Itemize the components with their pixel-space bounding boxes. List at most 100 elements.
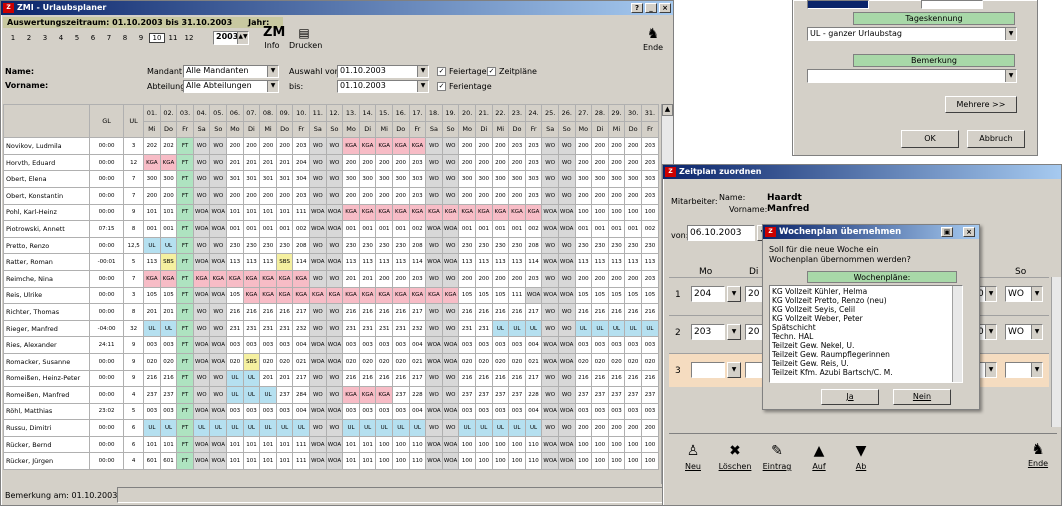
- day-cell[interactable]: 101: [159, 203, 178, 222]
- day-cell[interactable]: WO: [309, 319, 327, 338]
- day-cell[interactable]: 200: [508, 269, 526, 288]
- day-cell[interactable]: FT: [176, 220, 194, 238]
- day-cell[interactable]: WOA: [209, 402, 228, 421]
- day-cell[interactable]: 216: [375, 369, 393, 388]
- day-cell[interactable]: WOA: [209, 336, 228, 354]
- day-cell[interactable]: KGA: [408, 137, 427, 155]
- day-cell[interactable]: WOA: [541, 352, 559, 371]
- day-cell[interactable]: WOA: [192, 253, 211, 271]
- close-button[interactable]: ×: [963, 227, 975, 237]
- day-cell[interactable]: 001: [624, 220, 642, 238]
- day-cell[interactable]: KGA: [358, 386, 377, 404]
- employee-name[interactable]: Rücker, Jürgen: [2, 452, 91, 471]
- employee-name[interactable]: Reimche, Nina: [2, 269, 91, 288]
- day-cell[interactable]: WO: [209, 153, 228, 172]
- day-cell[interactable]: WO: [192, 386, 211, 404]
- day-cell[interactable]: FT: [176, 269, 194, 288]
- day-cell[interactable]: 217: [292, 303, 311, 321]
- day-cell[interactable]: 231: [242, 319, 261, 338]
- day-cell[interactable]: UL: [159, 319, 178, 338]
- day-cell[interactable]: 200: [226, 137, 244, 155]
- table-row[interactable]: Romeißen, Heinz-Peter 00:00 9 216 216 FT WO WO U…: [2, 369, 660, 388]
- auswahl-to-select[interactable]: 01.10.2003 ▼: [337, 80, 429, 93]
- day-cell[interactable]: 200: [474, 269, 493, 288]
- list-item[interactable]: Teilzeit Gew. Nekel, U.: [772, 341, 952, 350]
- day-cell[interactable]: 113: [574, 253, 593, 271]
- day-cell[interactable]: WO: [541, 369, 559, 388]
- day-cell[interactable]: 020: [143, 352, 161, 371]
- table-row[interactable]: Piotrowski, Annett 07:15 8 001 001 FT WOA WOA 00…: [2, 220, 660, 238]
- day-cell[interactable]: KGA: [375, 286, 393, 305]
- toolbar-delete-button[interactable]: ✖ Löschen: [717, 440, 753, 471]
- day-cell[interactable]: FT: [176, 303, 194, 321]
- day-cell[interactable]: 203: [640, 137, 660, 155]
- day-cell[interactable]: 101: [259, 203, 277, 222]
- day-cell[interactable]: 003: [259, 336, 277, 354]
- day-cell[interactable]: 003: [574, 336, 593, 354]
- day-cell[interactable]: 003: [143, 336, 161, 354]
- day-cell[interactable]: 003: [259, 402, 277, 421]
- day-cell[interactable]: 202: [159, 137, 178, 155]
- table-row[interactable]: Obert, Elena 00:00 7 300 300 FT WO WO 301 301 301 3…: [2, 170, 660, 188]
- day-cell[interactable]: 203: [524, 186, 543, 205]
- day-cell[interactable]: FT: [176, 402, 194, 421]
- employee-name[interactable]: Obert, Konstantin: [2, 186, 91, 205]
- day-cell[interactable]: 304: [292, 170, 311, 188]
- day-cell[interactable]: 230: [458, 236, 476, 255]
- table-row[interactable]: Russu, Dimitri 00:00 6 UL UL FT UL UL UL UL UL UL UL…: [2, 419, 660, 437]
- day-cell[interactable]: KGA: [524, 203, 543, 222]
- employee-name[interactable]: Rücker, Bernd: [2, 435, 91, 454]
- day-cell[interactable]: WO: [425, 303, 443, 321]
- day-cell[interactable]: UL: [375, 419, 393, 437]
- day-cell[interactable]: WOA: [557, 402, 576, 421]
- day-cell[interactable]: WOA: [325, 253, 344, 271]
- day-cell[interactable]: FT: [176, 419, 194, 437]
- info-button[interactable]: ZM Info: [263, 25, 285, 50]
- day-cell[interactable]: 100: [574, 203, 593, 222]
- day-cell[interactable]: 003: [624, 336, 642, 354]
- day-cell[interactable]: KGA: [508, 203, 526, 222]
- day-cell[interactable]: 300: [508, 170, 526, 188]
- day-cell[interactable]: 300: [624, 170, 642, 188]
- day-cell[interactable]: 300: [159, 170, 178, 188]
- print-button[interactable]: ▤ Drucken: [289, 25, 322, 50]
- day-cell[interactable]: WO: [441, 269, 460, 288]
- day-cell[interactable]: 208: [524, 236, 543, 255]
- day-cell[interactable]: 001: [458, 220, 476, 238]
- day-cell[interactable]: 230: [375, 236, 393, 255]
- day-cell[interactable]: 003: [392, 402, 410, 421]
- day-cell[interactable]: 101: [358, 452, 377, 471]
- tageskennung-select[interactable]: UL - ganzer Urlaubstag ▼: [807, 27, 1017, 41]
- day-cell[interactable]: 216: [574, 369, 593, 388]
- day-cell[interactable]: 230: [226, 236, 244, 255]
- list-item[interactable]: Teilzeit Gew. Raumpflegerinnen: [772, 350, 952, 359]
- day-cell[interactable]: WO: [192, 369, 211, 388]
- day-cell[interactable]: FT: [176, 236, 194, 255]
- day-cell[interactable]: WOA: [441, 220, 460, 238]
- day-cell[interactable]: KGA: [358, 203, 377, 222]
- day-cell[interactable]: UL: [159, 236, 178, 255]
- day-cell[interactable]: 004: [292, 336, 311, 354]
- toolbar-person-button[interactable]: ♙ Neu: [675, 440, 711, 471]
- day-cell[interactable]: 203: [640, 269, 660, 288]
- day-cell[interactable]: WO: [192, 153, 211, 172]
- day-cell[interactable]: 203: [640, 153, 660, 172]
- day-cell[interactable]: 230: [259, 236, 277, 255]
- table-row[interactable]: Obert, Konstantin 00:00 7 200 200 FT WO WO 200 20…: [2, 186, 660, 205]
- day-cell[interactable]: WO: [209, 186, 228, 205]
- day-cell[interactable]: WO: [441, 419, 460, 437]
- day-cell[interactable]: 105: [591, 286, 609, 305]
- day-cell[interactable]: 204: [292, 153, 311, 172]
- day-cell[interactable]: 100: [508, 452, 526, 471]
- day-cell[interactable]: WO: [541, 153, 559, 172]
- day-cell[interactable]: UL: [408, 419, 427, 437]
- day-cell[interactable]: 111: [292, 452, 311, 471]
- day-cell[interactable]: 200: [607, 153, 626, 172]
- day-cell[interactable]: 217: [524, 303, 543, 321]
- employee-name[interactable]: Rieger, Manfred: [2, 319, 91, 338]
- day-cell[interactable]: 003: [275, 336, 294, 354]
- day-cell[interactable]: WOA: [209, 253, 228, 271]
- day-cell[interactable]: WOA: [325, 220, 344, 238]
- day-cell[interactable]: WO: [325, 170, 344, 188]
- month-6[interactable]: 6: [85, 34, 101, 42]
